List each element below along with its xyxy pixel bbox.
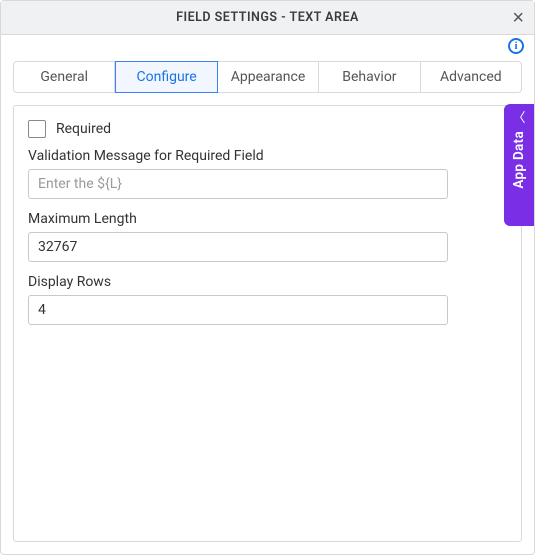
validation-message-label: Validation Message for Required Field <box>28 148 507 164</box>
tab-advanced[interactable]: Advanced <box>421 61 522 93</box>
tab-general[interactable]: General <box>13 61 115 93</box>
tab-label: General <box>40 69 88 85</box>
tab-label: Behavior <box>342 69 396 85</box>
required-row: Required <box>28 120 507 138</box>
tab-configure[interactable]: Configure <box>115 61 217 93</box>
info-row: i <box>1 35 534 55</box>
maximum-length-input[interactable] <box>28 232 448 262</box>
app-data-label: App Data <box>511 131 527 189</box>
info-icon[interactable]: i <box>508 38 524 54</box>
tab-label: Configure <box>137 69 197 85</box>
required-checkbox[interactable] <box>28 120 46 138</box>
dialog-header: FIELD SETTINGS - TEXT AREA × <box>1 1 534 35</box>
tab-label: Appearance <box>231 69 305 85</box>
display-rows-input[interactable] <box>28 295 448 325</box>
close-button[interactable]: × <box>512 8 524 28</box>
tab-label: Advanced <box>440 69 502 85</box>
tab-bar: General Configure Appearance Behavior Ad… <box>1 55 534 93</box>
maximum-length-label: Maximum Length <box>28 211 507 227</box>
configure-panel: Required Validation Message for Required… <box>13 105 522 542</box>
dialog-title: FIELD SETTINGS - TEXT AREA <box>176 10 359 25</box>
display-rows-label: Display Rows <box>28 274 507 290</box>
app-data-panel-toggle[interactable]: 〈 App Data <box>504 104 534 226</box>
close-icon: × <box>512 7 524 29</box>
field-settings-dialog: FIELD SETTINGS - TEXT AREA × i General C… <box>0 0 535 555</box>
chevron-left-icon: 〈 <box>512 112 525 125</box>
tab-appearance[interactable]: Appearance <box>218 61 319 93</box>
validation-message-input[interactable] <box>28 169 448 199</box>
tab-behavior[interactable]: Behavior <box>319 61 420 93</box>
required-label: Required <box>56 121 111 137</box>
